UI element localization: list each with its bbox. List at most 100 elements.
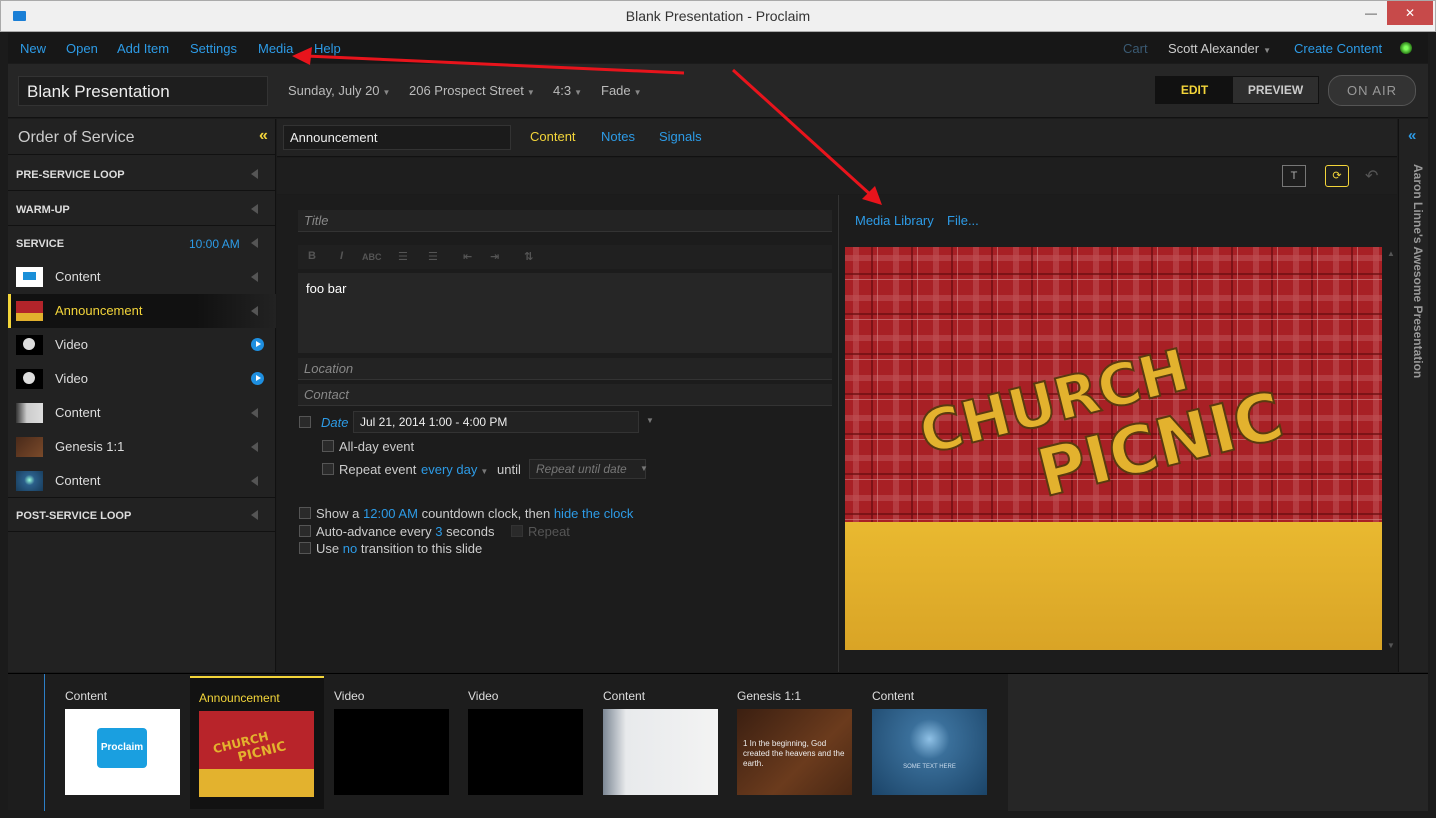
media-library-link[interactable]: Media Library [855, 213, 934, 228]
menu-open[interactable]: Open [66, 41, 98, 56]
edit-button[interactable]: EDIT [1156, 77, 1233, 103]
slide-toolbar: T ⟳ ↶ [277, 158, 1397, 194]
menu-new[interactable]: New [20, 41, 46, 56]
slide-name-input[interactable]: Announcement [283, 125, 511, 150]
file-link[interactable]: File... [947, 213, 979, 228]
slide-thumbnail [16, 301, 43, 321]
speaker-icon[interactable] [251, 204, 258, 214]
repeat-until-input[interactable]: Repeat until date ▼ [529, 459, 648, 479]
date-dropdown[interactable]: Sunday, July 20 ▼ [288, 83, 390, 98]
speaker-icon[interactable] [251, 272, 258, 282]
sidebar-item-genesis[interactable]: Genesis 1:1 [8, 430, 276, 464]
slide-card-content[interactable]: Content SOME TEXT HERE [863, 676, 997, 809]
speaker-icon[interactable] [251, 442, 258, 452]
on-air-button[interactable]: ON AIR [1328, 75, 1416, 106]
speaker-icon[interactable] [251, 306, 258, 316]
play-icon[interactable] [251, 338, 264, 351]
section-pre-service-loop[interactable]: PRE-SERVICE LOOP [8, 159, 276, 191]
ratio-dropdown[interactable]: 4:3 ▼ [553, 83, 582, 98]
date-range-input[interactable]: Jul 21, 2014 1:00 - 4:00 PM ▼ [353, 411, 654, 433]
slide-card-announcement[interactable]: Announcement CHURCH PICNIC [190, 676, 324, 809]
sidebar-item-video[interactable]: Video [8, 362, 276, 396]
close-button[interactable]: ✕ [1387, 1, 1433, 25]
sidebar-item-content[interactable]: Content [8, 260, 276, 294]
play-icon[interactable] [251, 372, 264, 385]
transition-checkbox[interactable] [299, 542, 311, 554]
countdown-time-link[interactable]: 12:00 AM [363, 506, 418, 521]
location-field[interactable]: Location [298, 358, 832, 380]
title-field[interactable]: Title [298, 210, 832, 232]
line-spacing-icon[interactable]: ⇅ [524, 250, 533, 263]
section-post-service-loop[interactable]: POST-SERVICE LOOP [8, 500, 276, 532]
presentation-title-input[interactable]: Blank Presentation [18, 76, 268, 106]
speaker-icon[interactable] [251, 510, 258, 520]
cart-link[interactable]: Cart [1123, 41, 1148, 56]
slide-thumbnail: CHURCH PICNIC [199, 711, 314, 797]
speaker-icon[interactable] [251, 408, 258, 418]
slide-strip: Content Proclaim Announcement CHURCH PICN… [8, 673, 1428, 811]
chevron-down-icon[interactable]: ▼ [640, 464, 648, 473]
menu-media[interactable]: Media [258, 41, 293, 56]
slide-card-genesis[interactable]: Genesis 1:1 1 In the beginning, God crea… [728, 676, 862, 809]
sidebar-item-announcement[interactable]: Announcement [8, 294, 276, 328]
minimize-button[interactable]: — [1357, 1, 1385, 25]
menu-add-item[interactable]: Add Item [117, 41, 169, 56]
slide-card-video[interactable]: Video [459, 676, 593, 809]
scroll-down-icon[interactable]: ▼ [1387, 641, 1395, 650]
slide-card-label: Content [65, 689, 108, 703]
collapse-sidebar-icon[interactable]: « [259, 127, 268, 145]
bullet-list-icon[interactable]: ☰ [398, 250, 408, 263]
advance-seconds-link[interactable]: 3 [435, 524, 442, 539]
tab-notes[interactable]: Notes [601, 129, 635, 144]
location-dropdown[interactable]: 206 Prospect Street ▼ [409, 83, 535, 98]
refresh-text-icon[interactable]: ⟳ [1325, 165, 1349, 187]
tab-signals[interactable]: Signals [659, 129, 702, 144]
service-time[interactable]: 10:00 AM [189, 237, 240, 251]
repeat-frequency-dropdown[interactable]: every day ▼ [421, 462, 488, 477]
date-checkbox[interactable] [299, 416, 311, 428]
user-menu[interactable]: Scott Alexander ▼ [1168, 41, 1271, 56]
sidebar-item-video[interactable]: Video [8, 328, 276, 362]
section-service[interactable]: SERVICE 10:00 AM [8, 228, 276, 260]
text-box-icon[interactable]: T [1282, 165, 1306, 187]
background-image-preview[interactable]: CHURCH PICNIC [845, 247, 1382, 650]
preview-button[interactable]: PREVIEW [1233, 77, 1318, 103]
chevron-down-icon: ▼ [526, 88, 535, 97]
sidebar-item-content[interactable]: Content [8, 464, 276, 498]
speaker-icon[interactable] [251, 238, 258, 248]
transition-link[interactable]: no [343, 541, 357, 556]
outdent-icon[interactable]: ⇤ [463, 250, 472, 263]
strikethrough-button[interactable]: ABC [362, 252, 382, 262]
italic-button[interactable]: I [340, 250, 343, 262]
countdown-checkbox[interactable] [299, 507, 311, 519]
auto-advance-checkbox[interactable] [299, 525, 311, 537]
date-label: Date [321, 415, 349, 430]
menu-help[interactable]: Help [314, 41, 341, 56]
scroll-up-icon[interactable]: ▲ [1387, 249, 1395, 258]
sidebar-item-content[interactable]: Content [8, 396, 276, 430]
create-content-link[interactable]: Create Content [1294, 41, 1382, 56]
transition-dropdown[interactable]: Fade ▼ [601, 83, 642, 98]
all-day-checkbox[interactable] [322, 440, 334, 452]
repeat-checkbox[interactable] [511, 525, 523, 537]
speaker-icon[interactable] [251, 476, 258, 486]
body-text-editor[interactable]: foo bar [298, 273, 832, 353]
undo-icon[interactable]: ↶ [1365, 166, 1378, 186]
menu-settings[interactable]: Settings [190, 41, 237, 56]
indent-icon[interactable]: ⇥ [490, 250, 499, 263]
section-warm-up[interactable]: WARM-UP [8, 194, 276, 226]
chevron-down-icon[interactable]: ▼ [646, 416, 654, 425]
speaker-icon[interactable] [251, 169, 258, 179]
contact-field[interactable]: Contact [298, 384, 832, 406]
tab-content[interactable]: Content [530, 129, 576, 144]
presentation-sidebar-collapsed: « Aaron Linne's Awesome Presentation [1398, 119, 1428, 672]
expand-sidebar-icon[interactable]: « [1408, 127, 1416, 144]
hide-clock-link[interactable]: hide the clock [554, 506, 634, 521]
repeat-event-checkbox[interactable] [322, 463, 334, 475]
numbered-list-icon[interactable]: ☰ [428, 250, 438, 263]
slide-card-content[interactable]: Content Proclaim [56, 676, 190, 809]
bold-button[interactable]: B [308, 250, 316, 262]
strip-divider [44, 674, 45, 811]
slide-card-content[interactable]: Content [594, 676, 728, 809]
slide-card-video[interactable]: Video [325, 676, 459, 809]
